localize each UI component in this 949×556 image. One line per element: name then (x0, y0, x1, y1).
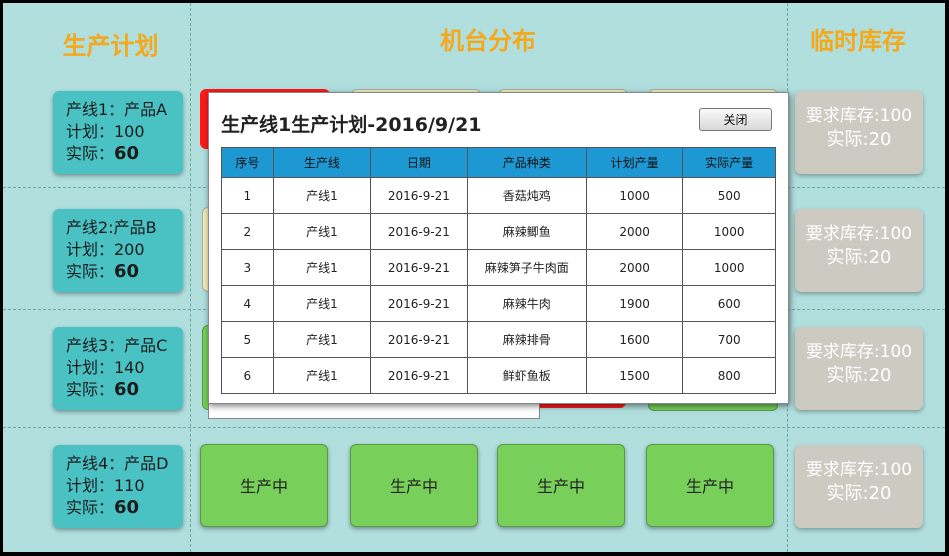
plan-card-line2[interactable]: 产线2:产品B 计划：200 实际：60 (53, 209, 183, 292)
table-cell: 产线1 (272, 213, 372, 250)
table-cell: 2016-9-21 (370, 249, 468, 286)
stock-column-title: 临时库存 (810, 27, 906, 55)
plan-card-line3[interactable]: 产线3：产品C 计划：140 实际：60 (53, 327, 183, 410)
table-cell: 2016-9-21 (370, 357, 468, 394)
table-cell: 2016-9-21 (370, 177, 468, 214)
table-row[interactable]: 6 产线1 2016-9-21 鲜虾鱼板 1500 800 (221, 357, 776, 394)
table-cell: 800 (682, 357, 776, 394)
table-cell: 产线1 (272, 357, 372, 394)
table-cell: 产线1 (272, 321, 372, 358)
plan-target: 计划：100 (66, 122, 145, 141)
table-cell: 2016-9-21 (370, 213, 468, 250)
plan-line-label: 产线3：产品C (66, 336, 168, 355)
column-divider (190, 3, 191, 552)
stock-required: 要求库存:100 (805, 106, 913, 126)
machines-column-title: 机台分布 (440, 27, 536, 55)
table-cell: 6 (221, 357, 274, 394)
plan-actual: 实际：60 (66, 143, 140, 164)
stock-required: 要求库存:100 (805, 460, 913, 480)
stock-actual: 实际:20 (826, 129, 892, 150)
table-cell: 5 (221, 321, 274, 358)
table-cell: 1500 (585, 357, 684, 394)
plan-actual: 实际：60 (66, 379, 140, 400)
table-cell: 2016-9-21 (370, 321, 468, 358)
plan-line-label: 产线2:产品B (66, 218, 157, 237)
table-cell: 产线1 (272, 249, 372, 286)
machine-card-running[interactable]: 生产中 (497, 444, 625, 527)
column-header[interactable]: 产品种类 (466, 147, 587, 178)
column-header[interactable]: 日期 (370, 147, 468, 178)
table-cell: 麻辣牛肉 (466, 285, 587, 322)
stock-actual: 实际:20 (826, 483, 892, 504)
plan-target: 计划：200 (66, 240, 145, 259)
table-cell: 2000 (585, 213, 684, 250)
table-row[interactable]: 5 产线1 2016-9-21 麻辣排骨 1600 700 (221, 321, 776, 358)
stock-card-line2[interactable]: 要求库存:100 实际:20 (795, 209, 923, 292)
plan-actual: 实际：60 (66, 497, 140, 518)
machine-card-running[interactable]: 生产中 (646, 444, 774, 527)
table-cell: 麻辣排骨 (466, 321, 587, 358)
row-divider (3, 427, 945, 428)
table-cell: 麻辣笋子牛肉面 (466, 249, 587, 286)
table-cell: 麻辣鲫鱼 (466, 213, 587, 250)
table-cell: 3 (221, 249, 274, 286)
table-row[interactable]: 1 产线1 2016-9-21 香菇炖鸡 1000 500 (221, 177, 776, 214)
dialog-title: 生产线1生产计划-2016/9/21 (221, 114, 482, 136)
close-button[interactable]: 关闭 (699, 108, 772, 131)
table-row[interactable]: 4 产线1 2016-9-21 麻辣牛肉 1900 600 (221, 285, 776, 322)
plan-column-title: 生产计划 (62, 32, 159, 60)
stock-card-line1[interactable]: 要求库存:100 实际:20 (795, 91, 923, 174)
column-header[interactable]: 实际产量 (682, 147, 776, 178)
column-header[interactable]: 生产线 (272, 147, 372, 178)
table-cell: 1000 (682, 213, 776, 250)
column-header[interactable]: 计划产量 (585, 147, 684, 178)
table-cell: 1000 (585, 177, 684, 214)
dashboard: 生产计划 机台分布 临时库存 产线1：产品A 计划：100 实际：60 产线2:… (3, 3, 945, 552)
machine-card-running[interactable]: 生产中 (350, 444, 478, 527)
table-cell: 2016-9-21 (370, 285, 468, 322)
stock-actual: 实际:20 (826, 247, 892, 268)
plan-table: 序号 生产线 日期 产品种类 计划产量 实际产量 1 产线1 2016-9-21… (221, 147, 776, 394)
table-cell: 1600 (585, 321, 684, 358)
table-cell: 1900 (585, 285, 684, 322)
machine-card-running[interactable]: 生产中 (200, 444, 328, 527)
background-panel (208, 402, 540, 419)
plan-line-label: 产线1：产品A (66, 100, 168, 119)
table-cell: 700 (682, 321, 776, 358)
table-cell: 600 (682, 285, 776, 322)
table-cell: 香菇炖鸡 (466, 177, 587, 214)
plan-actual: 实际：60 (66, 261, 140, 282)
table-header-row: 序号 生产线 日期 产品种类 计划产量 实际产量 (221, 147, 776, 178)
plan-card-line1[interactable]: 产线1：产品A 计划：100 实际：60 (53, 91, 183, 174)
table-cell: 2000 (585, 249, 684, 286)
table-cell: 500 (682, 177, 776, 214)
table-cell: 鲜虾鱼板 (466, 357, 587, 394)
stock-card-line3[interactable]: 要求库存:100 实际:20 (795, 327, 923, 410)
plan-card-line4[interactable]: 产线4：产品D 计划：110 实际：60 (53, 445, 183, 528)
column-header[interactable]: 序号 (221, 147, 274, 178)
stock-required: 要求库存:100 (805, 224, 913, 244)
table-cell: 1000 (682, 249, 776, 286)
stock-required: 要求库存:100 (805, 342, 913, 362)
table-cell: 4 (221, 285, 274, 322)
stock-actual: 实际:20 (826, 365, 892, 386)
plan-target: 计划：110 (66, 476, 145, 495)
table-row[interactable]: 3 产线1 2016-9-21 麻辣笋子牛肉面 2000 1000 (221, 249, 776, 286)
table-cell: 2 (221, 213, 274, 250)
table-row[interactable]: 2 产线1 2016-9-21 麻辣鲫鱼 2000 1000 (221, 213, 776, 250)
table-cell: 1 (221, 177, 274, 214)
plan-target: 计划：140 (66, 358, 145, 377)
plan-detail-dialog: 生产线1生产计划-2016/9/21 关闭 序号 生产线 日期 产品种类 计划产… (208, 92, 789, 404)
stock-card-line4[interactable]: 要求库存:100 实际:20 (795, 445, 923, 528)
plan-line-label: 产线4：产品D (66, 454, 169, 473)
table-cell: 产线1 (272, 285, 372, 322)
table-cell: 产线1 (272, 177, 372, 214)
